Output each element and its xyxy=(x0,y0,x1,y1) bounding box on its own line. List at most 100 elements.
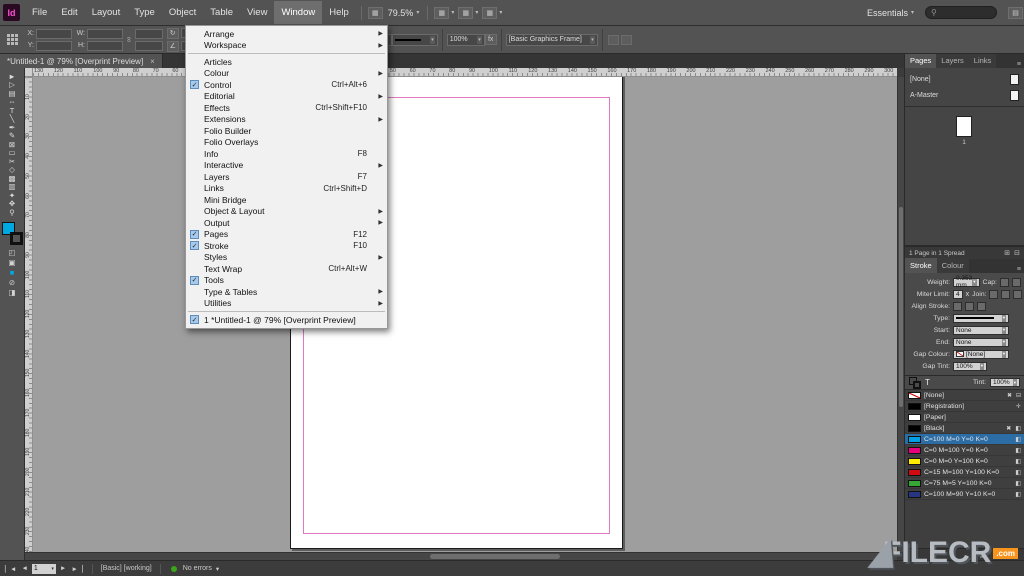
window-menu-item[interactable]: Text WrapCtrl+Alt+W xyxy=(186,263,387,275)
bevel-join-button[interactable] xyxy=(1013,290,1022,299)
swatch-row[interactable]: C=100 M=0 Y=0 K=0◧ xyxy=(905,434,1024,445)
window-menu-item[interactable]: Interactive▶ xyxy=(186,160,387,172)
preflight-menu-icon[interactable]: ▾ xyxy=(215,565,220,573)
pencil-tool[interactable]: ✎ xyxy=(0,132,25,141)
new-page-icon[interactable]: ⊞ xyxy=(1004,249,1010,257)
direct-selection-tool[interactable]: ▷ xyxy=(0,81,25,90)
workspace-switcher[interactable]: Essentials xyxy=(867,8,908,18)
page-thumbnail-area[interactable]: 1 xyxy=(935,107,993,146)
window-menu-item[interactable]: Editorial▶ xyxy=(186,91,387,103)
window-menu-item[interactable]: Extensions▶ xyxy=(186,114,387,126)
tab-links[interactable]: Links xyxy=(969,53,997,68)
align-center-button[interactable] xyxy=(953,302,962,311)
swatch-row[interactable]: [Registration]✛ xyxy=(905,401,1024,412)
window-menu-item[interactable]: Object & Layout▶ xyxy=(186,206,387,218)
window-menu-item[interactable]: Mini Bridge xyxy=(186,194,387,206)
menubar-item-help[interactable]: Help xyxy=(322,1,356,24)
round-cap-button[interactable] xyxy=(1012,278,1021,287)
window-menu-item[interactable]: Arrange▶ xyxy=(186,28,387,40)
menubar-item-view[interactable]: View xyxy=(240,1,274,24)
rectangle-tool[interactable]: ▭ xyxy=(0,149,25,158)
y-position-field[interactable] xyxy=(36,41,72,51)
default-fill-stroke-icon[interactable]: ◰ xyxy=(0,248,25,258)
text-formatting-icon[interactable]: T xyxy=(925,378,930,387)
zoom-tool[interactable]: ⚲ xyxy=(0,208,25,217)
search-input[interactable]: ⚲ xyxy=(925,6,997,19)
window-menu-item[interactable]: LayersF7 xyxy=(186,171,387,183)
window-menu-item[interactable]: ✓ControlCtrl+Alt+6 xyxy=(186,79,387,91)
note-tool[interactable]: ▥ xyxy=(0,183,25,192)
tint-field[interactable]: 100%▾ xyxy=(990,378,1020,387)
stroke-type-dropdown[interactable]: ▾ xyxy=(953,314,1009,323)
swatch-row[interactable]: C=15 M=100 Y=100 K=0◧ xyxy=(905,467,1024,478)
delete-page-icon[interactable]: ⊟ xyxy=(1014,249,1020,257)
gap-tint-field[interactable]: 100%▾ xyxy=(953,362,987,371)
scrollbar-thumb[interactable] xyxy=(899,207,903,407)
start-dropdown[interactable]: None▾ xyxy=(953,326,1009,335)
window-menu-item[interactable]: Folio Builder xyxy=(186,125,387,137)
constrain-proportions-icon[interactable]: ∞ xyxy=(124,37,133,43)
swatch-row[interactable]: C=0 M=100 Y=0 K=0◧ xyxy=(905,445,1024,456)
hand-tool[interactable]: ✥ xyxy=(0,200,25,209)
menubar-item-window[interactable]: Window xyxy=(274,1,322,24)
window-menu-item[interactable]: Type & Tables▶ xyxy=(186,286,387,298)
height-field[interactable] xyxy=(87,41,123,51)
arrange-documents-caret-icon[interactable]: ▾ xyxy=(499,9,502,16)
round-join-button[interactable] xyxy=(1001,290,1010,299)
window-menu-item[interactable]: Workspace▶ xyxy=(186,40,387,52)
vertical-scrollbar[interactable] xyxy=(897,77,904,552)
pasteboard[interactable] xyxy=(33,77,897,552)
app-bar-menu-icon[interactable]: ▤ xyxy=(1008,7,1023,19)
tab-colour[interactable]: Colour xyxy=(937,258,969,273)
gradient-swatch-tool[interactable]: ▩ xyxy=(0,174,25,183)
free-transform-tool[interactable]: ◇ xyxy=(0,166,25,175)
scale-x-field[interactable] xyxy=(135,29,163,39)
close-tab-icon[interactable]: × xyxy=(150,57,155,66)
rectangle-frame-tool[interactable]: ⊠ xyxy=(0,140,25,149)
stroke-style-dropdown[interactable]: ▾ xyxy=(392,34,438,46)
document-tab[interactable]: *Untitled-1 @ 79% [Overprint Preview] × xyxy=(0,54,163,68)
window-menu-item[interactable]: ✓Tools xyxy=(186,275,387,287)
stroke-color-swatch[interactable] xyxy=(10,232,23,245)
width-field[interactable] xyxy=(87,29,123,39)
stroke-proxy-icon[interactable] xyxy=(913,381,921,389)
swatch-row[interactable]: [None]✖⊟ xyxy=(905,390,1024,401)
window-menu-item[interactable]: Colour▶ xyxy=(186,68,387,80)
control-bar-icon[interactable] xyxy=(608,35,619,45)
master-thumbnail[interactable] xyxy=(1010,74,1019,85)
scale-y-field[interactable] xyxy=(135,41,163,51)
swatch-row[interactable]: C=0 M=0 Y=100 K=0◧ xyxy=(905,456,1024,467)
tab-stroke[interactable]: Stroke xyxy=(905,258,937,273)
pen-tool[interactable]: ✒ xyxy=(0,123,25,132)
butt-cap-button[interactable] xyxy=(1000,278,1009,287)
page-tool[interactable]: ▤ xyxy=(0,89,25,98)
selection-tool[interactable]: ► xyxy=(0,72,25,81)
horizontal-scrollbar[interactable] xyxy=(25,552,897,560)
view-options-caret-icon[interactable]: ▾ xyxy=(451,9,454,16)
window-menu-item[interactable]: Folio Overlays xyxy=(186,137,387,149)
swatch-row[interactable]: [Paper] xyxy=(905,412,1024,423)
master-row[interactable]: [None] xyxy=(905,71,1024,87)
window-menu-item[interactable]: ✓PagesF12 xyxy=(186,229,387,241)
menubar-item-type[interactable]: Type xyxy=(127,1,162,24)
preflight-profile[interactable]: [Basic] [working] xyxy=(101,565,152,572)
last-page-button[interactable]: ►▕ xyxy=(70,565,83,573)
window-menu-item[interactable]: EffectsCtrl+Shift+F10 xyxy=(186,102,387,114)
page-1-thumbnail[interactable] xyxy=(956,116,972,137)
tab-pages[interactable]: Pages xyxy=(905,53,936,68)
menubar-item-file[interactable]: File xyxy=(25,1,54,24)
vertical-ruler[interactable]: 0102030405060708090100110120130140150160… xyxy=(25,77,33,552)
window-menu-item[interactable]: Output▶ xyxy=(186,217,387,229)
screen-mode-icon[interactable]: ◨ xyxy=(0,288,25,298)
menubar-item-layout[interactable]: Layout xyxy=(85,1,128,24)
window-menu-item[interactable]: ✓1 *Untitled-1 @ 79% [Overprint Preview] xyxy=(186,314,387,326)
bridge-icon[interactable]: ▦ xyxy=(368,7,383,19)
control-bar-icon[interactable] xyxy=(621,35,632,45)
window-menu-item[interactable]: LinksCtrl+Shift+D xyxy=(186,183,387,195)
fill-stroke-proxy[interactable] xyxy=(909,377,921,389)
workspace-caret-icon[interactable]: ▾ xyxy=(911,9,914,16)
eyedropper-tool[interactable]: ✦ xyxy=(0,191,25,200)
effects-button[interactable]: fx xyxy=(485,34,497,45)
window-menu-item[interactable]: Articles xyxy=(186,56,387,68)
gap-tool[interactable]: ⇔ xyxy=(0,98,25,107)
